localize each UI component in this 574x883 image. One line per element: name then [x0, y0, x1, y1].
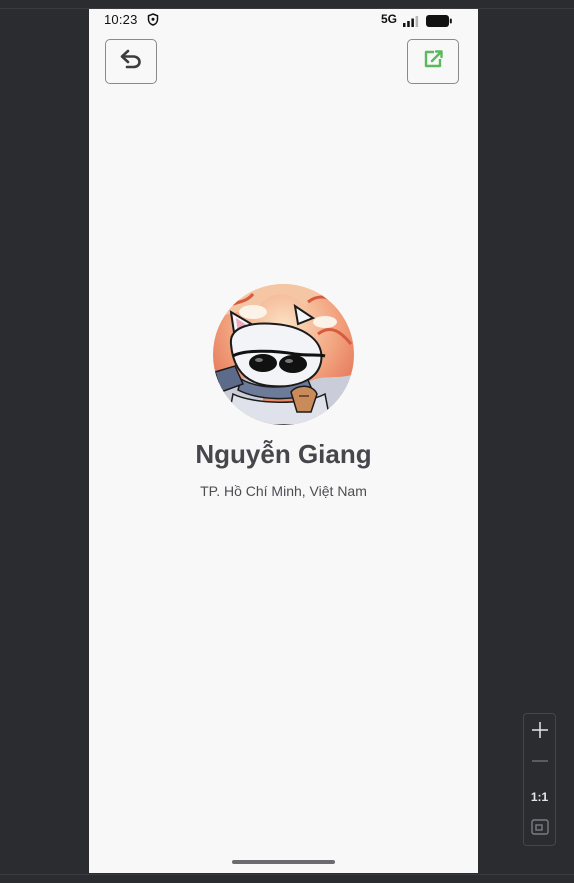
avatar — [213, 284, 354, 425]
profile-location: TP. Hồ Chí Minh, Việt Nam — [200, 483, 367, 499]
viewer-top-edge — [0, 0, 574, 9]
zoom-controls: 1:1 — [523, 713, 556, 846]
fit-screen-button[interactable] — [524, 814, 555, 844]
profile-name: Nguyễn Giang — [195, 439, 372, 469]
fit-screen-icon — [530, 818, 549, 840]
network-type: 5G — [381, 12, 398, 26]
zoom-out-button[interactable] — [524, 748, 555, 778]
shield-icon — [147, 13, 159, 31]
battery-icon — [426, 14, 452, 32]
minus-icon — [531, 752, 549, 775]
status-time: 10:23 — [104, 12, 138, 27]
status-bar: 10:23 5G — [89, 9, 478, 31]
zoom-in-button[interactable] — [524, 717, 555, 747]
plus-icon — [531, 721, 549, 744]
phone-screen: 10:23 5G Nguyễn Giang TP. Hồ Chí Minh, V… — [89, 9, 478, 873]
signal-icon — [403, 14, 419, 32]
share-button[interactable] — [407, 39, 459, 84]
share-external-icon — [422, 48, 444, 75]
undo-arrow-icon — [119, 48, 143, 75]
home-indicator[interactable] — [232, 860, 335, 864]
actual-size-button[interactable]: 1:1 — [524, 782, 555, 812]
back-button[interactable] — [105, 39, 157, 84]
